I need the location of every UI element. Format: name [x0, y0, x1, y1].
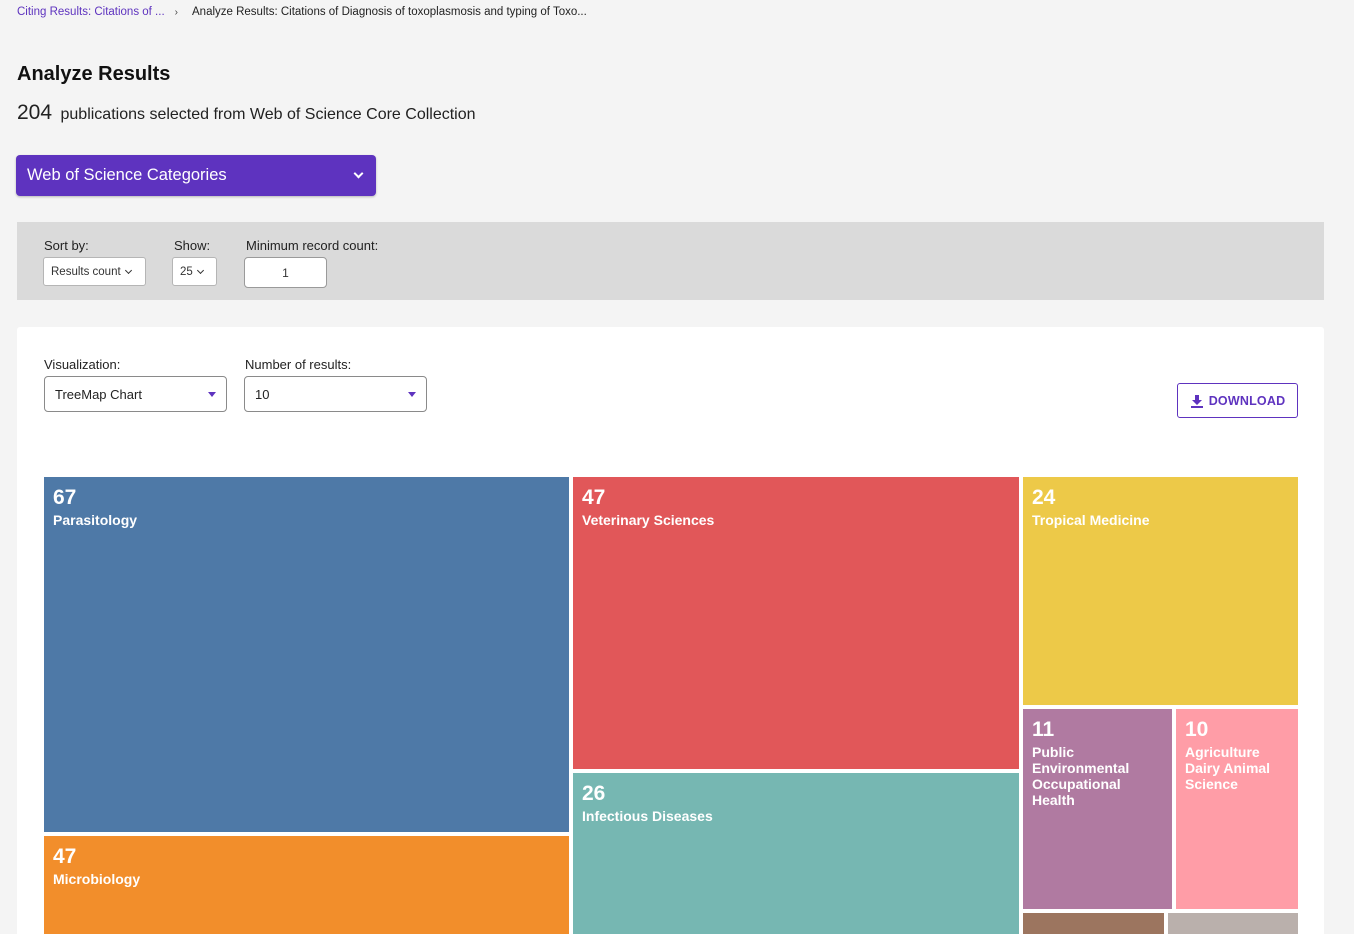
- chevron-down-icon: [196, 266, 204, 274]
- number-of-results-label: Number of results:: [245, 357, 352, 372]
- download-icon: [1190, 394, 1203, 408]
- show-select[interactable]: 25: [172, 257, 217, 286]
- tile-value: 10: [1185, 718, 1209, 741]
- sort-by-label: Sort by:: [44, 238, 89, 253]
- tile-label: Public Environmental Occupational Health: [1032, 744, 1130, 808]
- publication-count: 204: [17, 101, 53, 124]
- tile-value: 67: [53, 486, 77, 509]
- breadcrumb-current: Analyze Results: Citations of Diagnosis …: [192, 6, 587, 18]
- number-of-results-select[interactable]: 10: [244, 376, 427, 412]
- tile-label: Tropical Medicine: [1032, 512, 1150, 528]
- treemap-tile-unlabeled[interactable]: [1168, 913, 1298, 934]
- publication-summary: 204 publications selected from Web of Sc…: [17, 101, 476, 125]
- sort-by-select[interactable]: Results count: [43, 257, 146, 286]
- visualization-label: Visualization:: [44, 357, 121, 372]
- tile-label: Parasitology: [53, 512, 138, 528]
- show-value: 25: [180, 265, 193, 278]
- visualization-select[interactable]: TreeMap Chart: [44, 376, 227, 412]
- treemap-tile-public-environmental-occupational-health[interactable]: 11 Public Environmental Occupational Hea…: [1023, 709, 1172, 909]
- treemap-tile-parasitology[interactable]: 67 Parasitology: [44, 477, 569, 832]
- breadcrumb-link-citing-results[interactable]: Citing Results: Citations of ...: [17, 6, 165, 18]
- treemap-tile-tropical-medicine[interactable]: 24 Tropical Medicine: [1023, 477, 1298, 705]
- treemap-tile-unlabeled[interactable]: [1023, 913, 1164, 934]
- page-title: Analyze Results: [17, 63, 171, 85]
- tile-label: Microbiology: [53, 871, 141, 887]
- min-record-count-label: Minimum record count:: [246, 238, 379, 253]
- publication-summary-text: publications selected from Web of Scienc…: [60, 106, 476, 123]
- chevron-right-icon: ›: [174, 6, 178, 18]
- treemap-tile-veterinary-sciences[interactable]: 47 Veterinary Sciences: [573, 477, 1019, 769]
- analysis-field-select[interactable]: Web of Science Categories: [16, 155, 376, 196]
- tile-value: 47: [582, 486, 606, 509]
- tile-value: 26: [582, 782, 606, 805]
- treemap-tile-infectious-diseases[interactable]: 26 Infectious Diseases: [573, 773, 1019, 934]
- filter-bar: Sort by: Results count Show: 25 Minimum …: [17, 222, 1324, 300]
- analysis-field-label: Web of Science Categories: [27, 166, 227, 184]
- treemap-tile-microbiology[interactable]: 47 Microbiology: [44, 836, 569, 934]
- tile-value: 24: [1032, 486, 1056, 509]
- number-of-results-value: 10: [255, 386, 270, 402]
- tile-label: Infectious Diseases: [582, 808, 713, 824]
- min-record-count-input[interactable]: [244, 257, 327, 288]
- download-button[interactable]: DOWNLOAD: [1177, 383, 1298, 418]
- visualization-card: Visualization: TreeMap Chart Number of r…: [17, 327, 1324, 934]
- sort-by-value: Results count: [51, 265, 121, 278]
- show-label: Show:: [174, 238, 211, 253]
- caret-down-icon: [208, 391, 216, 397]
- chevron-down-icon: [124, 266, 132, 274]
- tile-label: Agriculture Dairy Animal Science: [1185, 744, 1271, 792]
- caret-down-icon: [408, 391, 416, 397]
- tile-value: 11: [1032, 718, 1055, 741]
- tile-value: 47: [53, 845, 77, 868]
- visualization-value: TreeMap Chart: [55, 386, 142, 402]
- download-label: DOWNLOAD: [1208, 393, 1286, 408]
- treemap-chart: 67 Parasitology 47 Veterinary Sciences 4…: [44, 477, 1298, 934]
- treemap-tile-agriculture-dairy-animal-science[interactable]: 10 Agriculture Dairy Animal Science: [1176, 709, 1298, 909]
- tile-label: Veterinary Sciences: [582, 512, 715, 528]
- breadcrumb: Citing Results: Citations of ... › Analy…: [17, 3, 587, 21]
- chevron-down-icon: [353, 168, 364, 179]
